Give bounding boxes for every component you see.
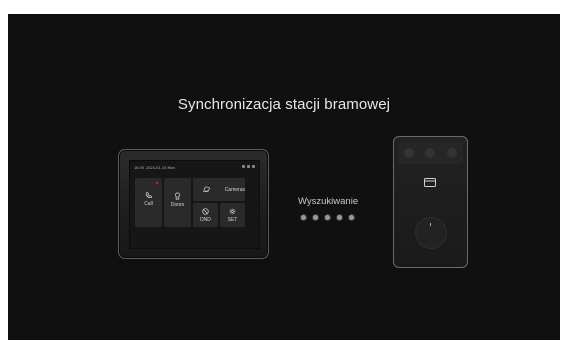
tile-set-label: SET — [227, 217, 238, 223]
progress-dot — [301, 215, 306, 220]
tile-doors-label: Doors — [170, 202, 185, 208]
progress-dot — [337, 215, 342, 220]
phone-icon — [145, 192, 152, 199]
tile-set: SET — [220, 203, 245, 227]
tile-call-label: Call — [144, 201, 153, 207]
status-time: 16:35 — [134, 166, 145, 170]
progress-dots — [301, 215, 354, 220]
monitor-status-bar: 16:35 2024-01-15 Mon — [134, 165, 255, 173]
camera-icon — [203, 186, 211, 192]
tile-dnd-label: DND — [200, 217, 211, 223]
page-title: Synchronizacja stacji bramowej — [177, 96, 391, 113]
notification-dot — [156, 182, 158, 184]
door-station-illustration — [393, 136, 468, 268]
door-lock-icon — [175, 192, 180, 200]
tile-camera: Cameras — [193, 178, 245, 201]
tile-camera-label: Cameras — [224, 186, 245, 193]
tile-call: Call — [135, 178, 162, 227]
tile-dnd: DND — [193, 203, 218, 227]
searching-label: Wyszukiwanie — [298, 196, 359, 207]
indoor-monitor-illustration: 16:35 2024-01-15 Mon Call Doors Cameras … — [118, 149, 269, 259]
status-icons — [242, 165, 255, 168]
card-reader-icon — [424, 178, 436, 187]
progress-dot — [325, 215, 330, 220]
progress-dot — [349, 215, 354, 220]
status-date: 2024-01-15 Mon — [146, 166, 175, 170]
settings-icon — [229, 208, 236, 215]
tile-doors: Doors — [164, 178, 191, 227]
do-not-disturb-icon — [202, 208, 209, 215]
station-call-button — [415, 217, 447, 249]
sync-screen: Synchronizacja stacji bramowej 16:35 202… — [8, 14, 560, 340]
progress-dot — [313, 215, 318, 220]
monitor-screen: 16:35 2024-01-15 Mon Call Doors Cameras … — [129, 160, 260, 249]
station-camera-module — [398, 142, 463, 164]
